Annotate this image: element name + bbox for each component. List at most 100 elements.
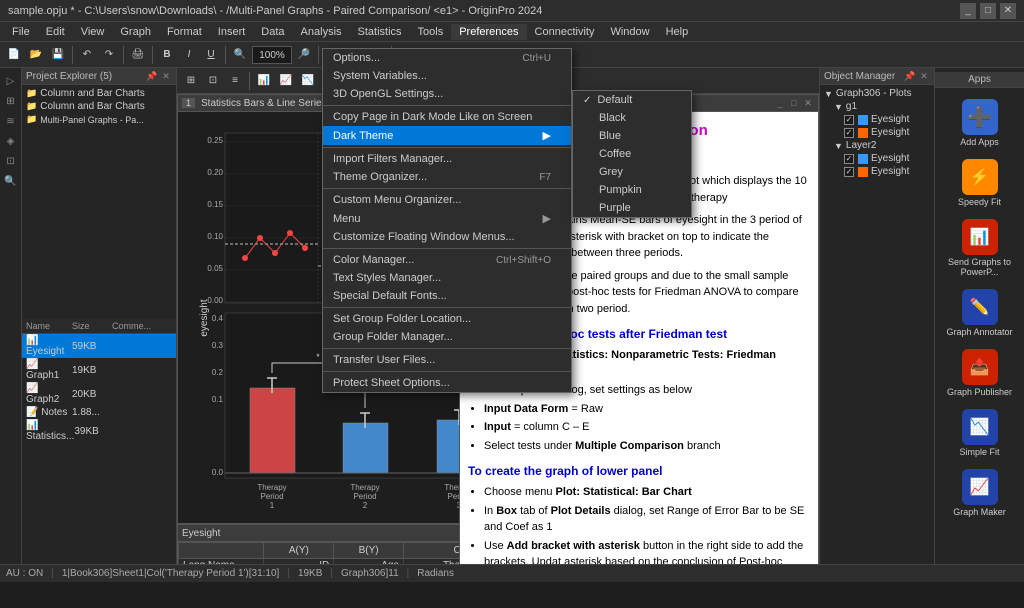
menu-protect-sheet[interactable]: Protect Sheet Options... [323, 374, 571, 392]
zoom-in-btn[interactable]: 🔍 [230, 45, 250, 65]
sidebar-icon-3[interactable]: ≋ [2, 112, 20, 130]
app-simple-fit[interactable]: 📉 Simple Fit [942, 404, 1017, 462]
tb2-btn3[interactable]: ≡ [225, 71, 245, 91]
menu-analysis[interactable]: Analysis [293, 24, 350, 40]
notes-restore-btn[interactable]: □ [788, 97, 800, 109]
obj-row-g1-eyesight2[interactable]: ✓ Eyesight [842, 126, 932, 139]
notes-window-controls[interactable]: _ □ ✕ [774, 97, 814, 109]
menu-customize-floating[interactable]: Customize Floating Window Menus... [323, 228, 571, 246]
submenu-blue[interactable]: Blue [573, 127, 691, 145]
menu-window[interactable]: Window [602, 24, 657, 40]
menu-set-group-folder[interactable]: Set Group Folder Location... [323, 310, 571, 328]
menu-color-manager[interactable]: Color Manager... Ctrl+Shift+O [323, 251, 571, 269]
file-row-graph2[interactable]: 📈 Graph2 20KB [22, 382, 176, 406]
obj-row-layer2[interactable]: ▼ Layer2 [832, 139, 932, 152]
app-send-graphs[interactable]: 📊 Send Graphs to PowerP... [942, 214, 1017, 282]
checkbox-g1-e1[interactable]: ✓ [844, 115, 854, 125]
obj-mgr-close[interactable]: ✕ [918, 70, 930, 82]
app-graph-publisher[interactable]: 📤 Graph Publisher [942, 344, 1017, 402]
submenu-coffee[interactable]: Coffee [573, 145, 691, 163]
italic-btn[interactable]: I [179, 45, 199, 65]
menu-connectivity[interactable]: Connectivity [527, 24, 603, 40]
sidebar-icon-6[interactable]: 🔍 [2, 172, 20, 190]
redo-btn[interactable]: ↷ [99, 45, 119, 65]
checkbox-g1-e2[interactable]: ✓ [844, 128, 854, 138]
menu-dark-theme[interactable]: Dark Theme ▶ [323, 126, 571, 145]
menu-statistics[interactable]: Statistics [350, 24, 410, 40]
menu-group-folder-mgr[interactable]: Group Folder Manager... [323, 328, 571, 346]
notes-close-btn[interactable]: ✕ [802, 97, 814, 109]
menu-import-filters[interactable]: Import Filters Manager... [323, 150, 571, 168]
panel-controls[interactable]: 📌 ✕ [146, 70, 172, 82]
open-btn[interactable]: 📂 [26, 45, 46, 65]
app-add-apps[interactable]: ➕ Add Apps [942, 94, 1017, 152]
obj-mgr-controls[interactable]: 📌 ✕ [904, 70, 930, 82]
checkbox-l2-e1[interactable]: ✓ [844, 154, 854, 164]
save-btn[interactable]: 💾 [48, 45, 68, 65]
menu-3d-opengl[interactable]: 3D OpenGL Settings... [323, 85, 571, 103]
obj-row-graph306[interactable]: ▼ Graph306 - Plots [822, 87, 932, 100]
menu-menu[interactable]: Menu ▶ [323, 209, 571, 228]
tb2-btn6[interactable]: 📉 [298, 71, 318, 91]
new-btn[interactable]: 📄 [4, 45, 24, 65]
sidebar-icon-1[interactable]: ▷ [2, 72, 20, 90]
underline-btn[interactable]: U [201, 45, 221, 65]
tb2-btn2[interactable]: ⊡ [203, 71, 223, 91]
obj-row-g1-eyesight1[interactable]: ✓ Eyesight [842, 113, 932, 126]
minimize-button[interactable]: _ [960, 3, 976, 19]
obj-row-l2-eyesight2[interactable]: ✓ Eyesight [842, 165, 932, 178]
tb2-btn5[interactable]: 📈 [276, 71, 296, 91]
sidebar-icon-5[interactable]: ⊡ [2, 152, 20, 170]
menu-options[interactable]: Options... Ctrl+U [323, 49, 571, 67]
title-bar-controls[interactable]: _ □ ✕ [960, 3, 1016, 19]
menu-data[interactable]: Data [253, 24, 292, 40]
tree-folder-3[interactable]: 📁 Multi-Panel Graphs - Pa... [24, 113, 174, 126]
app-graph-maker[interactable]: 📈 Graph Maker [942, 464, 1017, 522]
file-row-graph1[interactable]: 📈 Graph1 19KB [22, 358, 176, 382]
maximize-button[interactable]: □ [980, 3, 996, 19]
sidebar-icon-2[interactable]: ⊞ [2, 92, 20, 110]
submenu-default[interactable]: Default [573, 91, 691, 109]
undo-btn[interactable]: ↶ [77, 45, 97, 65]
panel-close-btn[interactable]: ✕ [160, 70, 172, 82]
menu-preferences[interactable]: Preferences [451, 24, 526, 40]
menu-edit[interactable]: Edit [38, 24, 73, 40]
sidebar-icon-4[interactable]: ◈ [2, 132, 20, 150]
tree-folder-2[interactable]: 📁 Column and Bar Charts [24, 100, 174, 113]
menu-special-fonts[interactable]: Special Default Fonts... [323, 287, 571, 305]
obj-row-l2-eyesight1[interactable]: ✓ Eyesight [842, 152, 932, 165]
menu-text-styles[interactable]: Text Styles Manager... [323, 269, 571, 287]
menu-graph[interactable]: Graph [112, 24, 159, 40]
panel-pin-btn[interactable]: 📌 [146, 70, 158, 82]
menu-file[interactable]: File [4, 24, 38, 40]
obj-row-g1[interactable]: ▼ g1 [832, 100, 932, 113]
menu-view[interactable]: View [73, 24, 113, 40]
menu-custom-menu-org[interactable]: Custom Menu Organizer... [323, 191, 571, 209]
menu-format[interactable]: Format [159, 24, 210, 40]
menu-copy-dark[interactable]: Copy Page in Dark Mode Like on Screen [323, 108, 571, 126]
submenu-grey[interactable]: Grey [573, 163, 691, 181]
file-row-notes[interactable]: 📝 Notes 1.88... [22, 406, 176, 419]
checkbox-l2-e2[interactable]: ✓ [844, 167, 854, 177]
close-button[interactable]: ✕ [1000, 3, 1016, 19]
menu-transfer-user[interactable]: Transfer User Files... [323, 351, 571, 369]
submenu-black[interactable]: Black [573, 109, 691, 127]
bold-btn[interactable]: B [157, 45, 177, 65]
print-btn[interactable]: 🖨 [128, 45, 148, 65]
submenu-pumpkin[interactable]: Pumpkin [573, 181, 691, 199]
app-graph-annotator[interactable]: ✏️ Graph Annotator [942, 284, 1017, 342]
tree-folder-1[interactable]: 📁 Column and Bar Charts [24, 87, 174, 100]
menu-tools[interactable]: Tools [410, 24, 452, 40]
chart-tab-1[interactable]: 1 [182, 98, 195, 108]
notes-minimize-btn[interactable]: _ [774, 97, 786, 109]
file-row-eyesight[interactable]: 📊 Eyesight 59KB [22, 334, 176, 358]
menu-system-vars[interactable]: System Variables... [323, 67, 571, 85]
menu-help[interactable]: Help [658, 24, 697, 40]
submenu-purple[interactable]: Purple [573, 199, 691, 217]
file-row-statistics[interactable]: 📊 Statistics... 39KB [22, 419, 176, 443]
tb2-btn4[interactable]: 📊 [254, 71, 274, 91]
zoom-out-btn[interactable]: 🔎 [294, 45, 314, 65]
menu-insert[interactable]: Insert [210, 24, 254, 40]
app-speedy-fit[interactable]: ⚡ Speedy Fit [942, 154, 1017, 212]
menu-theme-organizer[interactable]: Theme Organizer... F7 [323, 168, 571, 186]
